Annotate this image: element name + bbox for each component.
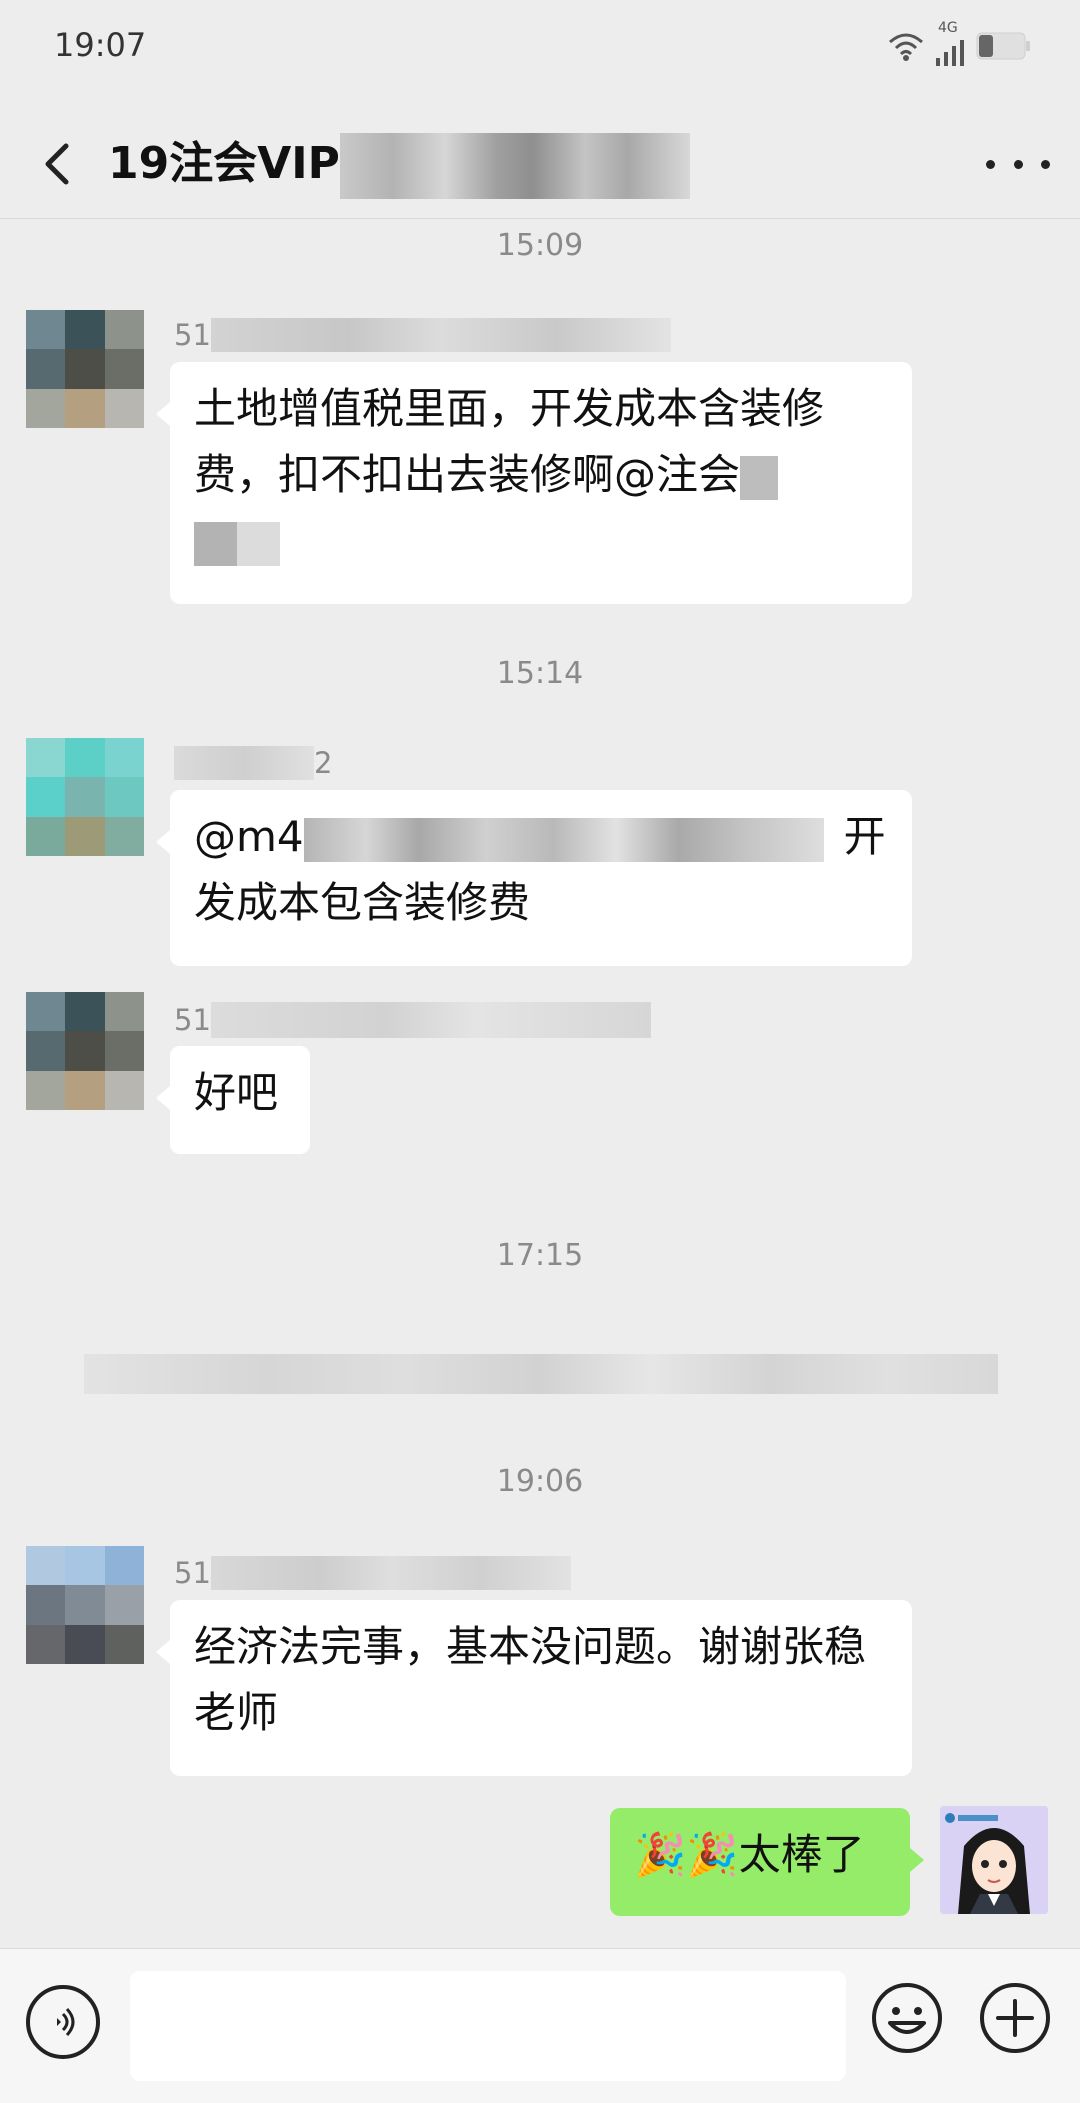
message-text: 土地增值税里面，开发成本含装修费，扣不扣出去装修啊@注会 xyxy=(194,384,825,499)
more-icon[interactable] xyxy=(986,140,1050,188)
plus-icon[interactable] xyxy=(978,1981,1052,2055)
message-text: 经济法完事，基本没问题。谢谢张稳老师 xyxy=(194,1622,867,1737)
sender-name-text: 51 xyxy=(174,1003,211,1037)
avatar[interactable] xyxy=(26,310,144,428)
timestamp: 15:14 xyxy=(496,656,584,691)
redacted-text xyxy=(303,817,824,862)
battery-icon xyxy=(976,32,1030,60)
chat-title: 19注会VIP xyxy=(108,126,690,202)
sender-name-text: 51 xyxy=(174,318,211,352)
sender-name: 51 xyxy=(174,318,671,352)
back-icon[interactable] xyxy=(30,132,90,196)
timestamp: 17:15 xyxy=(496,1238,584,1273)
message-bubble[interactable]: 土地增值税里面，开发成本含装修费，扣不扣出去装修啊@注会 xyxy=(156,362,912,604)
redacted-title xyxy=(339,133,690,199)
avatar[interactable] xyxy=(26,738,144,856)
wifi-icon xyxy=(889,33,923,61)
avatar[interactable] xyxy=(26,992,144,1110)
message-text: 好吧 xyxy=(194,1068,279,1117)
message-text: 🎉🎉太棒了 xyxy=(634,1830,865,1879)
signal-icon: 4G xyxy=(934,20,968,66)
sender-name: 2 xyxy=(174,746,332,780)
my-message-bubble[interactable]: 🎉🎉太棒了 xyxy=(610,1808,924,1916)
voice-icon[interactable] xyxy=(26,1985,100,2059)
status-time: 19:07 xyxy=(54,26,147,64)
network-label: 4G xyxy=(938,20,958,36)
chat-title-text: 19注会VIP xyxy=(108,138,340,189)
timestamp: 15:09 xyxy=(496,228,584,263)
status-bar: 19:07 4G xyxy=(0,0,1080,92)
redacted-name xyxy=(210,1002,651,1038)
emoji-icon[interactable] xyxy=(870,1981,944,2055)
redacted-text xyxy=(740,455,779,500)
sender-name: 51 xyxy=(174,1556,571,1590)
redacted-system-message xyxy=(84,1354,998,1394)
my-avatar[interactable] xyxy=(940,1806,1048,1914)
chat-header: 19注会VIP xyxy=(0,112,1080,219)
status-icons: 4G xyxy=(886,20,1032,66)
sender-name-text: 2 xyxy=(314,746,333,780)
avatar-illustration xyxy=(940,1806,1048,1914)
redacted-name xyxy=(174,746,314,780)
timestamp: 19:06 xyxy=(496,1464,584,1499)
message-bubble[interactable]: @m4 开发成本包含装修费 xyxy=(156,790,912,966)
sender-name-text: 51 xyxy=(174,1556,211,1590)
message-bubble[interactable]: 经济法完事，基本没问题。谢谢张稳老师 xyxy=(156,1600,912,1776)
message-text: @m4 xyxy=(194,812,304,861)
sender-name: 51 xyxy=(174,1002,651,1038)
message-input[interactable] xyxy=(130,1971,846,2081)
message-bubble[interactable]: 好吧 xyxy=(156,1046,310,1154)
avatar[interactable] xyxy=(26,1546,144,1664)
redacted-text xyxy=(194,521,280,566)
redacted-name xyxy=(210,1556,571,1590)
input-bar xyxy=(0,1948,1080,2103)
redacted-name xyxy=(210,318,671,352)
